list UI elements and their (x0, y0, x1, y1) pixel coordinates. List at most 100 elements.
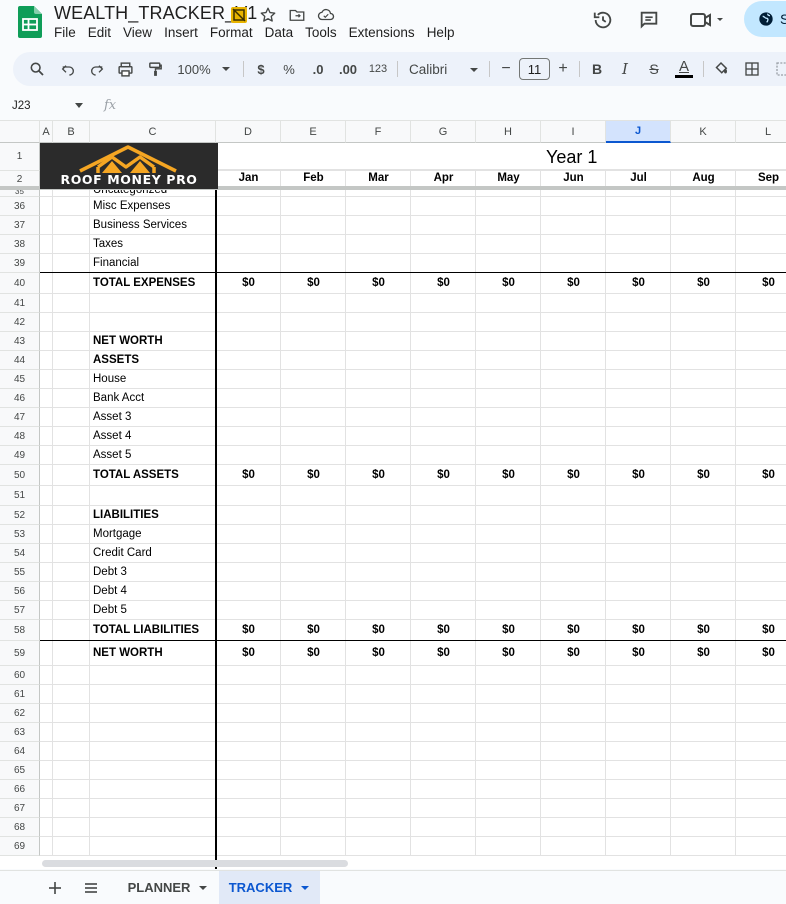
month-value[interactable]: $0 (671, 277, 736, 289)
row-header[interactable]: 58 (0, 620, 40, 641)
column-header-c[interactable]: C (90, 121, 216, 143)
select-all-corner[interactable] (0, 121, 40, 143)
month-value[interactable]: $0 (541, 624, 606, 636)
row-header[interactable]: 62 (0, 704, 40, 723)
month-header[interactable]: Jan (216, 172, 281, 184)
month-header[interactable]: Sep (736, 172, 786, 184)
all-sheets-icon[interactable] (82, 879, 100, 897)
sheet-tab-tracker[interactable]: TRACKER (219, 871, 320, 904)
row-header[interactable]: 51 (0, 486, 40, 506)
row-label[interactable]: Asset 3 (93, 411, 131, 423)
row-header[interactable]: 54 (0, 544, 40, 563)
zoom-select[interactable]: 100% (173, 52, 235, 86)
column-header-k[interactable]: K (671, 121, 736, 143)
menu-file[interactable]: File (54, 25, 82, 41)
row-header[interactable]: 49 (0, 446, 40, 465)
row-label[interactable]: Credit Card (93, 547, 152, 559)
row-header[interactable]: 44 (0, 351, 40, 370)
strikethrough-button[interactable]: S (645, 52, 663, 86)
row-label[interactable]: Debt 4 (93, 585, 127, 597)
month-value[interactable]: $0 (346, 624, 411, 636)
month-value[interactable]: $0 (281, 277, 346, 289)
cloud-saved-icon[interactable] (316, 5, 336, 25)
month-value[interactable]: $0 (541, 647, 606, 659)
row-header[interactable]: 39 (0, 254, 40, 273)
share-button[interactable]: S (744, 1, 786, 37)
row-header[interactable]: 55 (0, 563, 40, 582)
month-header[interactable]: Aug (671, 172, 736, 184)
undo-icon[interactable] (56, 52, 80, 86)
row-header[interactable]: 36 (0, 197, 40, 216)
row-label[interactable]: TOTAL LIABILITIES (93, 624, 199, 636)
search-menus-icon[interactable] (25, 52, 49, 86)
sheets-logo-icon[interactable] (18, 6, 42, 38)
row-header[interactable]: 45 (0, 370, 40, 389)
menu-view[interactable]: View (117, 25, 158, 41)
print-icon[interactable] (113, 52, 137, 86)
row-header[interactable]: 46 (0, 389, 40, 408)
month-value[interactable]: $0 (606, 469, 671, 481)
row-label[interactable]: House (93, 373, 126, 385)
row-header[interactable]: 42 (0, 313, 40, 332)
month-value[interactable]: $0 (476, 469, 541, 481)
name-box-dropdown-icon[interactable] (75, 103, 83, 108)
add-sheet-icon[interactable] (46, 879, 64, 897)
month-header[interactable]: Mar (346, 172, 411, 184)
bold-button[interactable]: B (588, 52, 606, 86)
month-value[interactable]: $0 (606, 624, 671, 636)
row-header[interactable]: 52 (0, 506, 40, 525)
decrease-font-size-button[interactable]: − (497, 52, 515, 86)
month-value[interactable]: $0 (541, 277, 606, 289)
row-header[interactable]: 67 (0, 799, 40, 818)
row-header[interactable]: 50 (0, 465, 40, 486)
column-header-h[interactable]: H (476, 121, 541, 143)
month-value[interactable]: $0 (736, 624, 786, 636)
row-header[interactable]: 65 (0, 761, 40, 780)
row-header[interactable]: 60 (0, 666, 40, 685)
column-header-i[interactable]: I (541, 121, 606, 143)
text-color-button[interactable]: A (673, 52, 695, 86)
month-header[interactable]: May (476, 172, 541, 184)
month-value[interactable]: $0 (411, 469, 476, 481)
italic-button[interactable]: I (616, 52, 634, 86)
month-value[interactable]: $0 (346, 647, 411, 659)
offline-unavailable-icon[interactable] (229, 5, 249, 25)
month-value[interactable]: $0 (411, 277, 476, 289)
row-header[interactable]: 43 (0, 332, 40, 351)
month-value[interactable]: $0 (346, 469, 411, 481)
month-value[interactable]: $0 (736, 277, 786, 289)
menu-data[interactable]: Data (259, 25, 300, 41)
menu-format[interactable]: Format (204, 25, 259, 41)
menu-tools[interactable]: Tools (299, 25, 343, 41)
row-header[interactable]: 68 (0, 818, 40, 837)
row-label[interactable]: NET WORTH (93, 335, 163, 347)
menu-edit[interactable]: Edit (82, 25, 117, 41)
month-value[interactable]: $0 (476, 647, 541, 659)
month-value[interactable]: $0 (606, 277, 671, 289)
month-value[interactable]: $0 (216, 647, 281, 659)
month-value[interactable]: $0 (671, 624, 736, 636)
row-label[interactable]: TOTAL ASSETS (93, 469, 179, 481)
column-header-a[interactable]: A (40, 121, 53, 143)
row-label[interactable]: Bank Acct (93, 392, 144, 404)
menu-insert[interactable]: Insert (158, 25, 204, 41)
increase-font-size-button[interactable]: + (554, 52, 572, 86)
paint-format-icon[interactable] (143, 52, 167, 86)
month-value[interactable]: $0 (411, 647, 476, 659)
month-header[interactable]: Jun (541, 172, 606, 184)
sheet-tab-planner[interactable]: PLANNER (118, 871, 218, 904)
increase-decimal-button[interactable]: .00 (336, 52, 360, 86)
row-label[interactable]: Mortgage (93, 528, 142, 540)
row-label[interactable]: Financial (93, 257, 139, 269)
month-value[interactable]: $0 (476, 277, 541, 289)
month-header[interactable]: Apr (411, 172, 476, 184)
comments-icon[interactable] (636, 8, 662, 32)
month-header[interactable]: Jul (606, 172, 671, 184)
decrease-decimal-button[interactable]: .0 (306, 52, 330, 86)
month-value[interactable]: $0 (346, 277, 411, 289)
month-value[interactable]: $0 (281, 624, 346, 636)
row-header[interactable]: 59 (0, 641, 40, 666)
spreadsheet-grid[interactable]: A B C D E F G H I J K L 1 2 35 Uncategorized 36 Misc Expe… (0, 121, 786, 869)
borders-icon[interactable] (741, 52, 763, 86)
row-header[interactable]: 48 (0, 427, 40, 446)
